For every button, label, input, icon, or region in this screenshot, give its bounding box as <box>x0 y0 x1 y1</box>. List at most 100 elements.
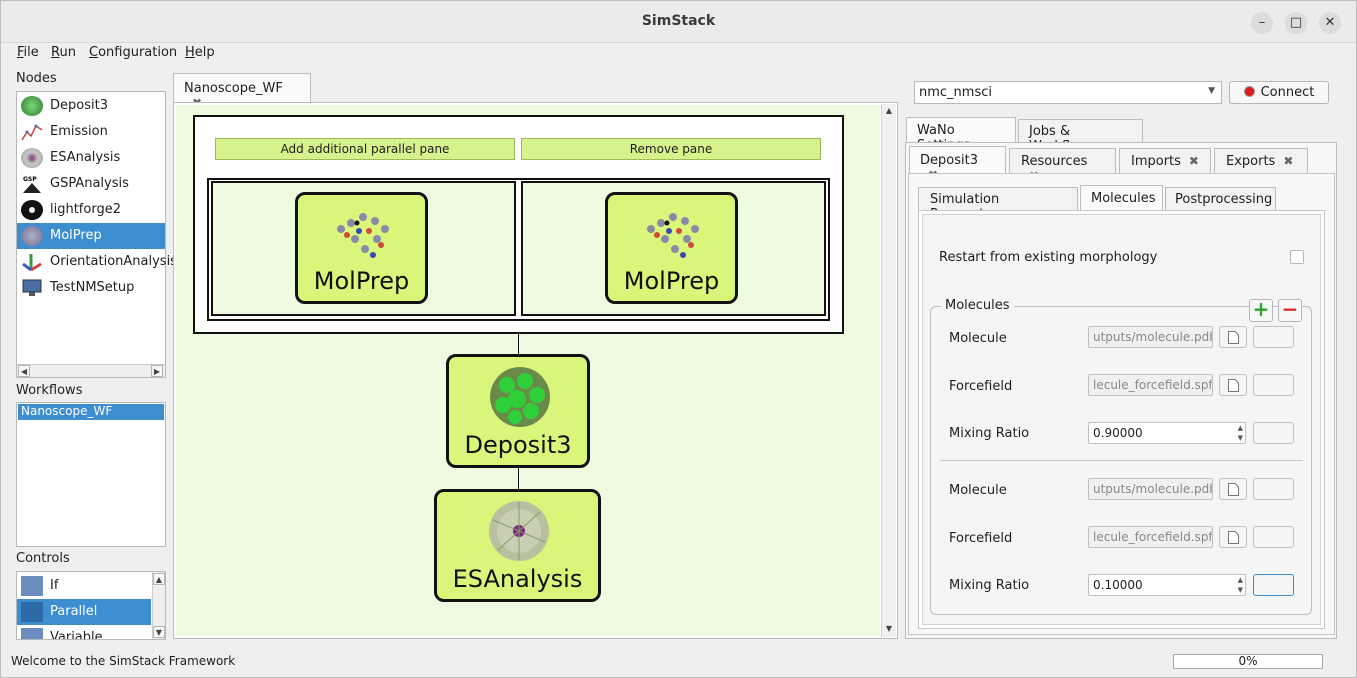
node-item-deposit3[interactable]: Deposit3 <box>17 93 165 119</box>
scroll-up-icon[interactable]: ▲ <box>883 105 895 117</box>
forcefield-file-field[interactable]: lecule_forcefield.spf <box>1088 526 1213 548</box>
molecule-icon <box>647 213 699 258</box>
molprep-icon <box>21 226 43 246</box>
tab-molecules[interactable]: Molecules <box>1080 185 1163 211</box>
scroll-up-icon[interactable]: ▲ <box>153 573 165 585</box>
file-icon <box>1228 531 1239 544</box>
window-title: SimStack <box>641 13 716 29</box>
tab-simulation-parameters[interactable]: Simulation Parameters <box>918 187 1078 222</box>
menu-bar: File Run Configuration Help <box>1 43 1356 63</box>
forcefield-extra-button[interactable] <box>1253 526 1294 548</box>
node-item-emission[interactable]: Emission <box>17 119 165 145</box>
lightforge-icon <box>21 200 43 220</box>
workflow-canvas[interactable]: Add additional parallel pane Remove pane… <box>173 102 898 639</box>
controls-label: Controls <box>16 551 70 566</box>
parallel-pane-2[interactable]: MolPrep <box>521 181 826 316</box>
esanalysis-node[interactable]: ESAnalysis <box>434 489 601 602</box>
parallel-pane-1[interactable]: MolPrep <box>211 181 516 316</box>
gsp-icon: GSP <box>21 174 43 194</box>
chevron-down-icon: ▼ <box>1208 86 1215 96</box>
tab-deposit3[interactable]: Deposit3✖ <box>909 146 1006 182</box>
node-item-gspanalysis[interactable]: GSP GSPAnalysis <box>17 171 165 197</box>
node-item-testnmsetup[interactable]: TestNMSetup <box>17 275 165 301</box>
file-browse-button[interactable] <box>1219 478 1247 500</box>
file-icon <box>1228 379 1239 392</box>
title-bar: SimStack – □ ✕ <box>1 1 1356 43</box>
minimize-button[interactable]: – <box>1251 12 1273 34</box>
close-tab-icon[interactable]: ✖ <box>1283 154 1293 168</box>
node-item-esanalysis[interactable]: ESAnalysis <box>17 145 165 171</box>
server-select[interactable]: nmc_nmsci ▼ <box>914 81 1222 104</box>
forcefield-extra-button[interactable] <box>1253 374 1294 396</box>
tab-wano-settings[interactable]: WaNo Settings <box>906 117 1016 153</box>
mixing-ratio-extra-button[interactable] <box>1253 422 1294 444</box>
node-item-lightforge2[interactable]: lightforge2 <box>17 197 165 223</box>
scroll-left-icon[interactable]: ◀ <box>18 365 30 377</box>
close-button[interactable]: ✕ <box>1319 12 1341 34</box>
node-label: Deposit3 <box>464 431 572 459</box>
add-parallel-pane-button[interactable]: Add additional parallel pane <box>215 138 515 160</box>
mixing-ratio-extra-button[interactable] <box>1253 574 1294 596</box>
esanalysis-icon <box>21 148 43 168</box>
menu-configuration[interactable]: Configuration <box>89 45 177 60</box>
forcefield-label: Forcefield <box>949 379 1013 394</box>
workflows-list[interactable]: Nanoscope_WF <box>16 402 166 547</box>
parallel-icon <box>21 602 43 622</box>
nodes-list[interactable]: Deposit3 Emission ESAnalysis GSP GSPAnal… <box>16 91 177 378</box>
parallel-block[interactable]: Add additional parallel pane Remove pane… <box>193 115 844 334</box>
menu-run[interactable]: Run <box>51 45 76 60</box>
tab-nanoscope-wf[interactable]: Nanoscope_WF✖ <box>173 73 311 110</box>
molprep-node-1[interactable]: MolPrep <box>295 192 428 304</box>
canvas-vertical-scrollbar[interactable]: ▲ ▼ <box>881 104 896 637</box>
esanalysis-icon <box>489 501 549 561</box>
scroll-down-icon[interactable]: ▼ <box>883 623 895 635</box>
tab-postprocessing[interactable]: Postprocessing <box>1165 187 1276 211</box>
control-item-parallel[interactable]: Parallel <box>17 599 151 625</box>
progress-bar: 0% <box>1173 654 1323 669</box>
mixing-ratio-label: Mixing Ratio <box>949 426 1030 441</box>
control-item-if[interactable]: If <box>17 573 151 599</box>
workflow-item[interactable]: Nanoscope_WF <box>18 404 164 420</box>
file-browse-button[interactable] <box>1219 326 1247 348</box>
deposit3-node[interactable]: Deposit3 <box>446 354 590 468</box>
remove-pane-button[interactable]: Remove pane <box>521 138 821 160</box>
mixing-ratio-spinbox[interactable]: 0.90000 ▲ ▼ <box>1088 422 1246 444</box>
molecule-file-field[interactable]: utputs/molecule.pdb <box>1088 478 1213 500</box>
maximize-button[interactable]: □ <box>1285 12 1307 34</box>
connect-button[interactable]: Connect <box>1229 81 1329 104</box>
controls-scrollbar[interactable]: ▲ ▼ <box>152 572 165 639</box>
spin-arrows-icon[interactable]: ▲ ▼ <box>1238 423 1243 443</box>
control-item-variable[interactable]: Variable <box>17 625 151 639</box>
nodes-horizontal-scrollbar[interactable]: ◀ ▶ <box>17 364 165 377</box>
close-tab-icon[interactable]: ✖ <box>1189 154 1199 168</box>
restart-checkbox[interactable] <box>1290 250 1304 264</box>
tab-imports[interactable]: Imports ✖ <box>1119 148 1211 174</box>
tab-exports[interactable]: Exports ✖ <box>1214 148 1308 174</box>
molprep-node-2[interactable]: MolPrep <box>605 192 738 304</box>
scroll-down-icon[interactable]: ▼ <box>153 626 165 638</box>
node-item-orientationanalysis[interactable]: OrientationAnalysis <box>17 249 177 275</box>
molecule-extra-button[interactable] <box>1253 478 1294 500</box>
scroll-right-icon[interactable]: ▶ <box>151 365 163 377</box>
menu-help[interactable]: Help <box>185 45 215 60</box>
node-item-molprep[interactable]: MolPrep <box>17 223 165 249</box>
tab-jobs-workflows[interactable]: Jobs & Workflows <box>1018 119 1143 154</box>
node-label: MolPrep <box>313 267 410 295</box>
node-label: ESAnalysis <box>452 565 583 593</box>
molecule-label: Molecule <box>949 483 1007 498</box>
add-molecule-button[interactable]: + <box>1249 299 1273 322</box>
file-browse-button[interactable] <box>1219 526 1247 548</box>
connector-line <box>518 334 519 356</box>
forcefield-file-field[interactable]: lecule_forcefield.spf <box>1088 374 1213 396</box>
tab-resources[interactable]: Resources✖ <box>1009 148 1116 183</box>
molecule-file-field[interactable]: utputs/molecule.pdb <box>1088 326 1213 348</box>
file-browse-button[interactable] <box>1219 374 1247 396</box>
spin-arrows-icon[interactable]: ▲ ▼ <box>1238 575 1243 595</box>
deposit-icon <box>21 96 43 116</box>
menu-file[interactable]: File <box>17 45 39 60</box>
remove-molecule-button[interactable]: − <box>1278 299 1302 322</box>
mixing-ratio-spinbox[interactable]: 0.10000 ▲ ▼ <box>1088 574 1246 596</box>
file-icon <box>1228 483 1239 496</box>
controls-list[interactable]: If Parallel Variable ▲ ▼ <box>16 571 166 640</box>
molecule-extra-button[interactable] <box>1253 326 1294 348</box>
